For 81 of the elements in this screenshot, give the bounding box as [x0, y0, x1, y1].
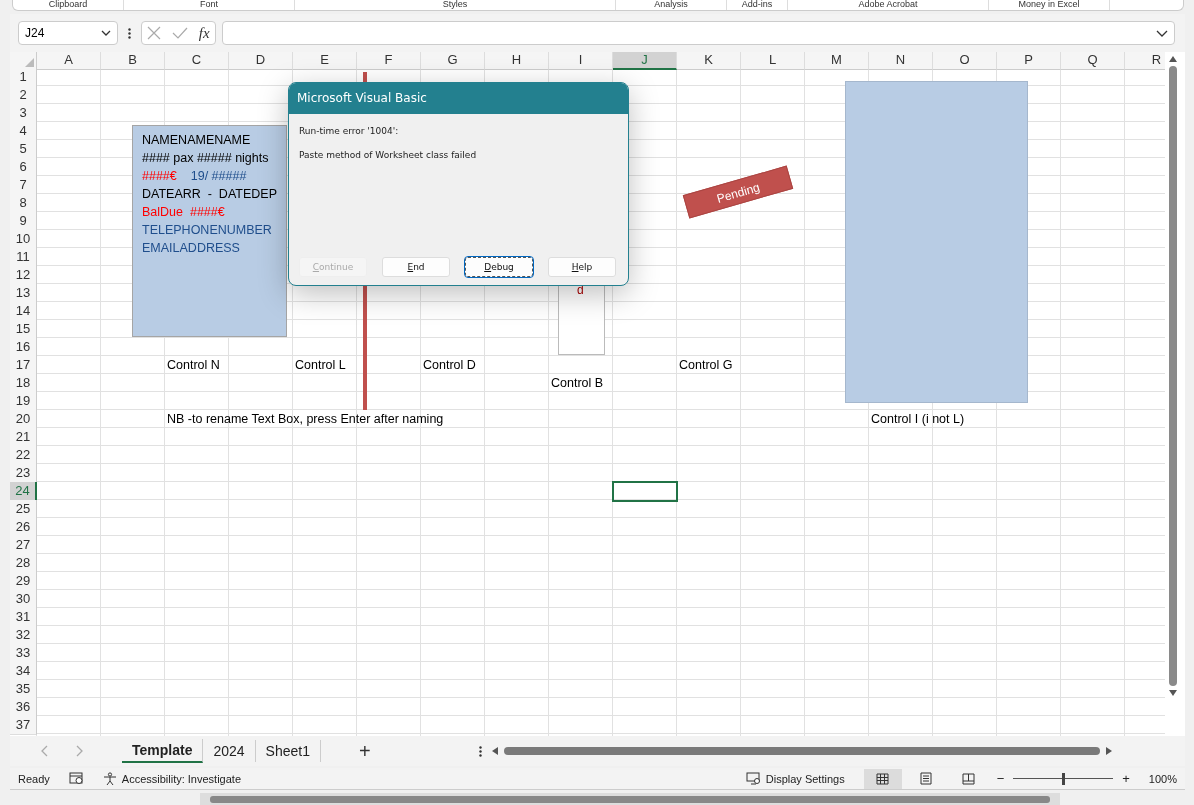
page-break-icon	[962, 772, 976, 785]
page-icon	[919, 772, 932, 785]
active-cell-cursor[interactable]	[612, 481, 678, 502]
text-box-text: DATEARR - DATEDEP	[142, 186, 277, 203]
sheet-tab[interactable]: 2024	[203, 740, 256, 762]
column-header[interactable]: I	[549, 52, 613, 70]
text-box-text: TELEPHONENUMBER	[142, 222, 272, 239]
text-box[interactable]: NAMENAMENAME #### pax ##### nights ####€ 19/ ##### DATEARR - DATEDEP BalDue ####€ TELEPHONENUMBER EMAILADDRESS	[132, 125, 287, 337]
ribbon-group-label: Add-ins	[727, 0, 788, 10]
ribbon-group-label: Clipboard	[13, 0, 124, 10]
column-header[interactable]: P	[997, 52, 1061, 70]
column-header[interactable]: L	[741, 52, 805, 70]
sheet-tab[interactable]: Template	[122, 739, 204, 763]
status-text: Ready	[18, 772, 50, 785]
column-header[interactable]: A	[37, 52, 101, 70]
check-icon[interactable]	[172, 27, 189, 39]
ribbon-group-label: Analysis	[616, 0, 727, 10]
accessibility-icon[interactable]	[102, 771, 117, 786]
cell-text: NB -to rename Text Box, press Enter after naming	[167, 412, 444, 426]
zoom-slider-thumb[interactable]	[1062, 772, 1066, 785]
scroll-left-icon[interactable]	[491, 747, 498, 755]
caret-icon[interactable]	[101, 30, 111, 36]
ribbon-group-label: Money in Excel	[989, 0, 1110, 10]
column-header[interactable]: D	[229, 52, 293, 70]
column-header[interactable]: J	[613, 52, 677, 70]
normal-view-button[interactable]	[863, 768, 902, 789]
scroll-down-icon[interactable]	[1169, 690, 1177, 696]
column-header[interactable]: K	[677, 52, 741, 70]
column-header[interactable]: N	[869, 52, 933, 70]
column-header[interactable]: E	[293, 52, 357, 70]
horizontal-scrollbar[interactable]	[491, 747, 1112, 755]
more-icon[interactable]	[128, 27, 131, 39]
more-icon[interactable]	[478, 745, 482, 757]
text-box-text: EMAILADDRESS	[142, 240, 240, 257]
name-box[interactable]: J24	[18, 21, 118, 45]
macro-recording-icon[interactable]	[68, 772, 84, 785]
sheet-tab[interactable]: Sheet1	[255, 740, 321, 762]
column-header[interactable]: C	[165, 52, 229, 70]
formula-input[interactable]	[222, 21, 1175, 45]
text-box-text: BalDue ####€	[142, 204, 225, 221]
display-settings-icon[interactable]	[745, 772, 761, 785]
column-header[interactable]: O	[933, 52, 997, 70]
text-box-text: NAMENAMENAME	[142, 132, 251, 149]
cell-text: Control L	[295, 358, 346, 372]
expand-icon[interactable]	[1156, 29, 1168, 37]
cell-text: Control D	[423, 358, 476, 372]
text-box-text: 19/ #####	[190, 168, 247, 185]
column-header[interactable]: G	[421, 52, 485, 70]
column-header[interactable]: Q	[1061, 52, 1125, 70]
dialog-button[interactable]: End	[382, 257, 450, 277]
row-header[interactable]: 37	[10, 716, 37, 735]
ribbon-group-label: Font	[124, 0, 295, 10]
column-header[interactable]: R	[1125, 52, 1165, 70]
column-header[interactable]: H	[485, 52, 549, 70]
dialog-title: Microsoft Visual Basic	[289, 83, 628, 114]
display-settings-button[interactable]: Display Settings	[765, 772, 845, 785]
zoom-out-button[interactable]: −	[996, 771, 1005, 786]
zoom-level[interactable]: 100%	[1148, 772, 1177, 785]
cell-text: Control I (i not L)	[871, 412, 965, 426]
scroll-right-icon[interactable]	[1105, 747, 1112, 755]
cell-text: Control N	[167, 358, 220, 372]
ribbon-group-label: Styles	[295, 0, 616, 10]
cell-text: Control B	[551, 376, 604, 390]
column-header[interactable]: B	[101, 52, 165, 70]
insert-function-button[interactable]: fx	[198, 24, 210, 42]
cell-text: Control G	[679, 358, 733, 372]
shape-text: d	[577, 283, 584, 297]
scroll-up-icon[interactable]	[1169, 56, 1177, 62]
column-header[interactable]: M	[805, 52, 869, 70]
column-header[interactable]: F	[357, 52, 421, 70]
dialog-button[interactable]: Debug	[465, 257, 533, 277]
grid-icon	[876, 772, 890, 785]
zoom-in-button[interactable]: +	[1122, 771, 1130, 786]
text-box-text: #### pax ##### nights	[142, 150, 269, 167]
accessibility-status[interactable]: Accessibility: Investigate	[121, 772, 241, 785]
error-message: Paste method of Worksheet class failed	[299, 150, 478, 160]
error-code: Run-time error '1004':	[299, 126, 400, 136]
text-box-text: ####€	[142, 168, 177, 185]
dialog-button[interactable]: Help	[548, 257, 616, 277]
ribbon-group-label: Adobe Acrobat	[788, 0, 989, 10]
add-sheet-button[interactable]: +	[358, 739, 371, 763]
